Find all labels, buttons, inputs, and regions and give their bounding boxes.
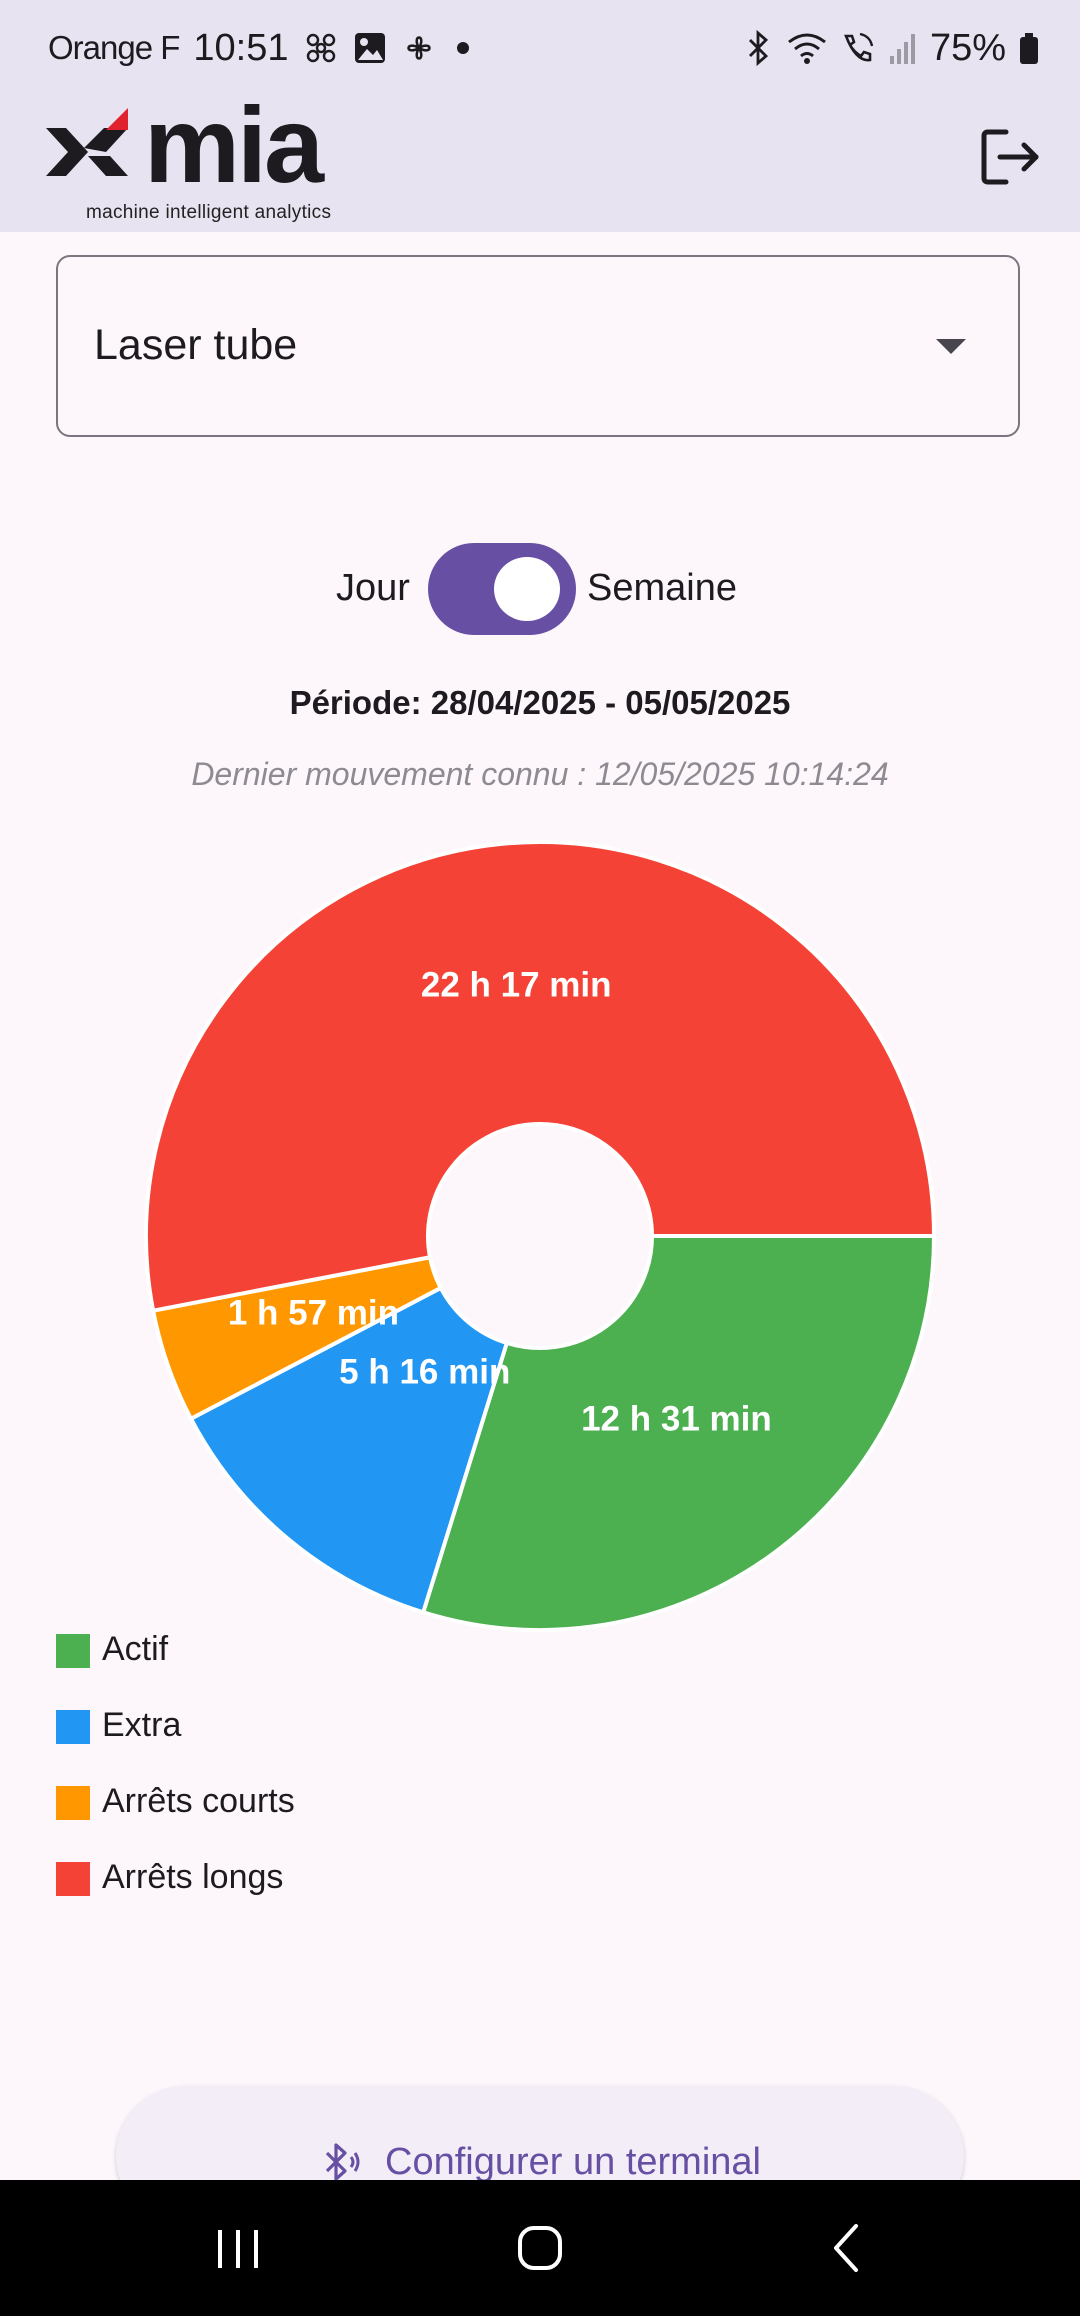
chart-legend: Actif Extra Arrêts courts Arrêts longs xyxy=(56,1630,556,1934)
legend-label: Extra xyxy=(102,1706,182,1744)
last-movement: Dernier mouvement connu : 12/05/2025 10:… xyxy=(191,756,889,792)
legend-item: Actif xyxy=(56,1630,556,1706)
legend-swatch xyxy=(56,1634,90,1668)
logout-icon[interactable] xyxy=(980,126,1042,188)
status-left: Orange F 10:51 xyxy=(48,22,475,74)
recent-apps-icon[interactable] xyxy=(178,2180,298,2316)
home-icon[interactable] xyxy=(480,2180,600,2316)
mia-logo-mark: mia xyxy=(46,84,328,205)
battery-level: 75% xyxy=(929,26,1006,69)
legend-item: Extra xyxy=(56,1706,556,1782)
legend-label: Actif xyxy=(102,1630,169,1668)
configure-terminal-label: Configurer un terminal xyxy=(385,2140,761,2183)
switch-knob xyxy=(494,557,560,621)
back-icon[interactable] xyxy=(786,2180,906,2316)
pinwheel-icon xyxy=(406,36,431,60)
donut-data-label: 1 h 57 min xyxy=(228,1293,399,1332)
logo-tagline: machine intelligent analytics xyxy=(86,202,332,223)
legend-item: Arrêts longs xyxy=(56,1858,556,1934)
configure-terminal-content: Configurer un terminal xyxy=(116,2140,964,2184)
machine-select-value: Laser tube xyxy=(94,321,298,369)
donut-data-label: 12 h 31 min xyxy=(581,1399,772,1438)
donut-data-label: 5 h 16 min xyxy=(339,1353,510,1392)
bluetooth-icon xyxy=(325,2143,360,2181)
battery-icon xyxy=(1020,33,1038,64)
carrier-name: Orange F xyxy=(48,29,180,66)
machine-select[interactable]: Laser tube xyxy=(56,255,1020,437)
notification-dot-icon xyxy=(456,42,469,54)
mia-logo: mia machine intelligent analytics xyxy=(44,84,374,228)
period-switch[interactable] xyxy=(428,543,576,635)
wifi-calling-icon xyxy=(844,32,874,62)
activity-donut-chart: 12 h 31 min 5 h 16 min 1 h 57 min 22 h 17 m… xyxy=(144,840,937,1632)
logo-wordmark: mia xyxy=(144,100,325,200)
donut-data-label: 22 h 17 min xyxy=(421,965,612,1004)
legend-item: Arrêts courts xyxy=(56,1782,556,1858)
legend-label: Arrêts longs xyxy=(102,1858,284,1896)
gallery-icon xyxy=(354,33,385,63)
legend-swatch xyxy=(56,1862,90,1896)
system-nav-bar xyxy=(0,2180,1080,2316)
status-bar: Orange F 10:51 75% xyxy=(0,0,1080,96)
caret-down-icon xyxy=(936,339,966,354)
legend-swatch xyxy=(56,1786,90,1820)
legend-label: Arrêts courts xyxy=(102,1782,295,1820)
toggle-label-day: Jour xyxy=(336,567,410,609)
bluetooth-status-icon xyxy=(748,30,768,66)
signal-icon xyxy=(889,34,915,64)
period-toggle-row: Jour Semaine xyxy=(0,543,1080,639)
toggle-label-week: Semaine xyxy=(587,567,737,609)
app-bar: mia machine intelligent analytics xyxy=(0,84,1080,232)
legend-swatch xyxy=(56,1710,90,1744)
status-right: 75% xyxy=(744,22,1040,74)
period-range: Période: 28/04/2025 - 05/05/2025 xyxy=(289,684,791,721)
clock: 10:51 xyxy=(193,26,289,69)
wifi-icon xyxy=(788,33,826,64)
fan-icon xyxy=(306,33,335,63)
